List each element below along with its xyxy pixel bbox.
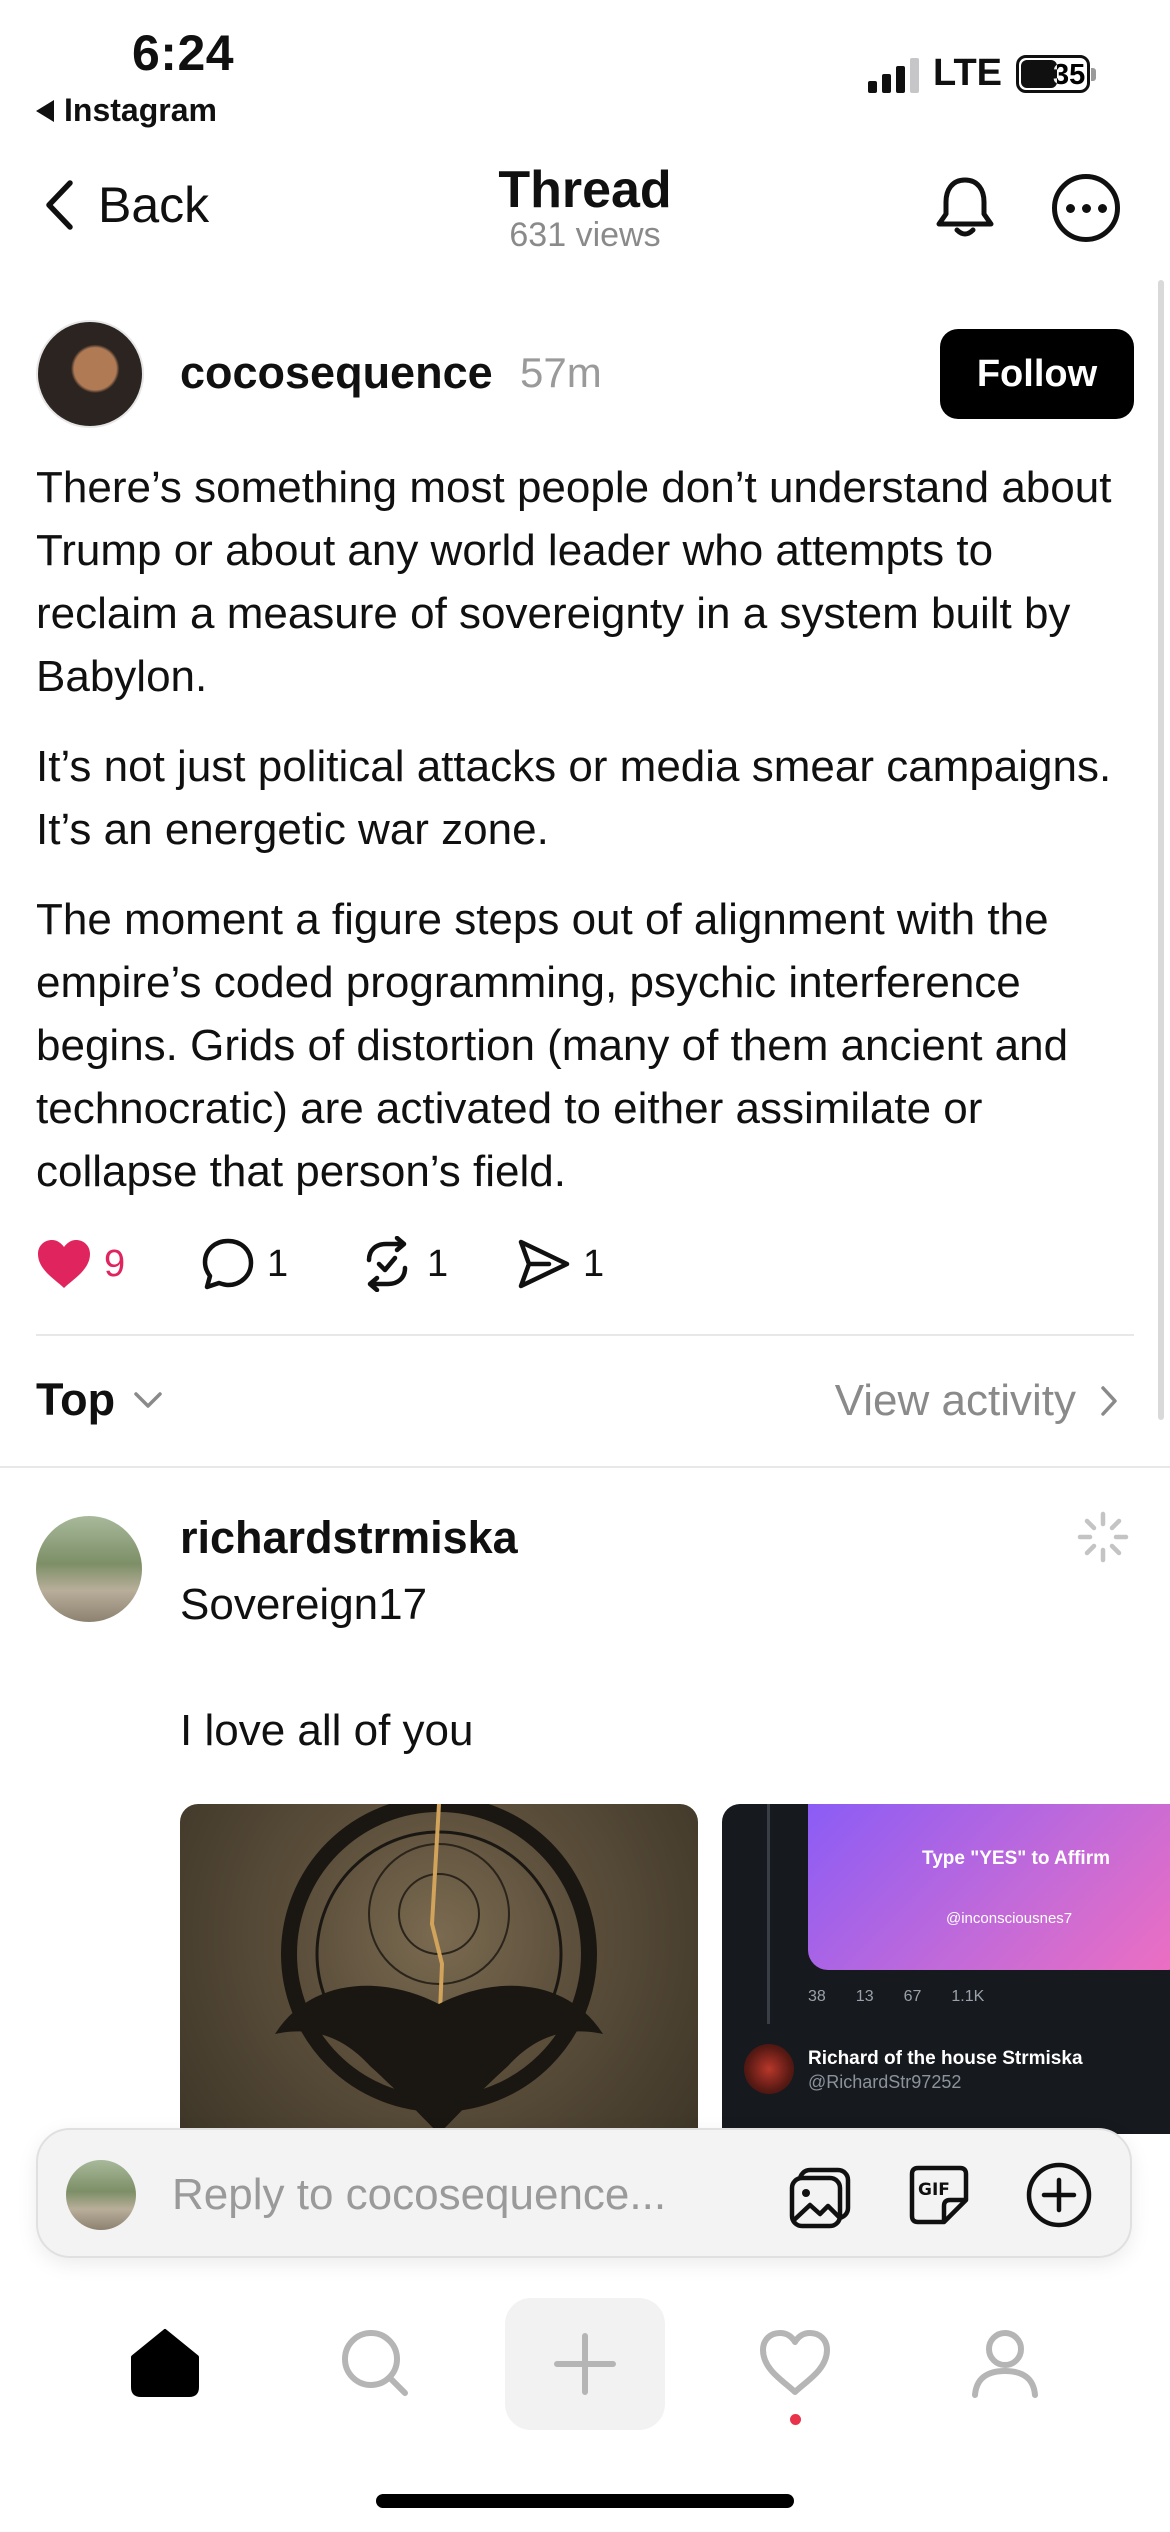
post-paragraph: It’s not just political attacks or media…: [36, 742, 1112, 854]
reply-input[interactable]: Reply to cocosequence...: [172, 2170, 666, 2220]
add-icon[interactable]: [1024, 2160, 1094, 2230]
reply-username[interactable]: richardstrmiska: [180, 1512, 518, 1564]
stat: 67: [903, 1988, 922, 2005]
divider: [36, 1334, 1134, 1336]
back-triangle-icon: [36, 99, 54, 122]
like-count: 9: [104, 1242, 126, 1285]
stat: 1.1K: [951, 1988, 985, 2005]
back-app-label: Instagram: [64, 92, 217, 128]
chevron-right-icon: [1101, 1386, 1117, 1416]
notification-dot: [790, 2414, 801, 2425]
photo-icon[interactable]: [786, 2160, 856, 2230]
stat: 13: [855, 1988, 874, 2005]
comment-button[interactable]: 1: [201, 1237, 359, 1291]
embedded-author-handle: @RichardStr97252: [808, 2072, 962, 2092]
svg-text:GIF: GIF: [918, 2180, 950, 2200]
reply-text: Sovereign17: [180, 1580, 428, 1629]
reply-image[interactable]: [180, 1804, 698, 2134]
battery-level: 35: [1053, 58, 1086, 91]
avatar[interactable]: [36, 320, 144, 428]
signal-icon: [868, 55, 920, 93]
avatar: [66, 2160, 136, 2230]
battery-icon: 35: [1016, 54, 1096, 93]
view-activity-link[interactable]: View activity: [835, 1376, 1118, 1426]
divider: [0, 1466, 1170, 1468]
heart-icon: [760, 2330, 830, 2395]
embedded-avatar: [744, 2044, 794, 2094]
promo-card: Type "YES" to Affirm @inconsciousnes7: [808, 1804, 1170, 1970]
gif-icon[interactable]: GIF: [904, 2160, 974, 2230]
home-icon: [131, 2329, 199, 2397]
plus-icon: [554, 2333, 616, 2395]
post-paragraph: There’s something most people don’t unde…: [36, 463, 1112, 701]
promo-title: Type "YES" to Affirm: [922, 1848, 1110, 1869]
post-text: There’s something most people don’t unde…: [36, 456, 1146, 1230]
reply-text: I love all of you: [180, 1706, 474, 1755]
more-options-icon[interactable]: [1052, 174, 1120, 242]
repost-count: 1: [427, 1242, 449, 1285]
post-actions: 9 1 1 1: [36, 1236, 604, 1292]
share-button[interactable]: 1: [517, 1237, 604, 1291]
reply-composer[interactable]: Reply to cocosequence... GIF: [36, 2128, 1132, 2258]
share-count: 1: [583, 1242, 605, 1285]
tab-home[interactable]: [120, 2318, 210, 2408]
chevron-down-icon: [134, 1392, 162, 1408]
promo-handle: @inconsciousnes7: [946, 1910, 1073, 1927]
scrollbar[interactable]: [1158, 280, 1164, 1420]
status-indicators: LTE 35: [868, 52, 1096, 95]
search-icon: [342, 2330, 408, 2396]
follow-button[interactable]: Follow: [940, 329, 1134, 419]
loading-spinner-icon: [1077, 1511, 1129, 1563]
repost-button[interactable]: 1: [359, 1236, 517, 1292]
phoenix-emblem-image: [275, 1804, 603, 2134]
post-timestamp: 57m: [520, 349, 602, 396]
home-indicator[interactable]: [376, 2494, 794, 2508]
embedded-author-name: Richard of the house Strmiska: [808, 2048, 1083, 2069]
reply-image[interactable]: Type "YES" to Affirm @inconsciousnes7 38…: [722, 1804, 1170, 2134]
bell-icon[interactable]: [930, 172, 1000, 242]
sort-dropdown[interactable]: Top: [36, 1374, 163, 1426]
repost-icon: [366, 1236, 408, 1292]
heart-filled-icon: [38, 1240, 90, 1288]
tab-search[interactable]: [330, 2318, 420, 2408]
profile-icon: [972, 2330, 1038, 2398]
tab-new-thread[interactable]: [505, 2298, 665, 2430]
post-paragraph: The moment a figure steps out of alignme…: [36, 895, 1069, 1196]
sort-label: Top: [36, 1374, 116, 1425]
back-to-app[interactable]: Instagram: [36, 92, 217, 129]
status-time: 6:24: [132, 25, 235, 81]
stat: 38: [808, 1988, 826, 2005]
like-button[interactable]: 9: [36, 1238, 201, 1290]
avatar[interactable]: [36, 1516, 142, 1622]
comment-count: 1: [267, 1242, 289, 1285]
tab-activity[interactable]: [750, 2318, 840, 2408]
post-username[interactable]: cocosequence: [180, 347, 493, 399]
comment-icon: [202, 1238, 254, 1290]
send-icon: [518, 1239, 570, 1289]
tab-profile[interactable]: [960, 2318, 1050, 2408]
view-activity-label: View activity: [834, 1376, 1076, 1425]
network-label: LTE: [933, 52, 1002, 94]
embedded-stats: 38 13 67 1.1K: [808, 1988, 984, 2006]
